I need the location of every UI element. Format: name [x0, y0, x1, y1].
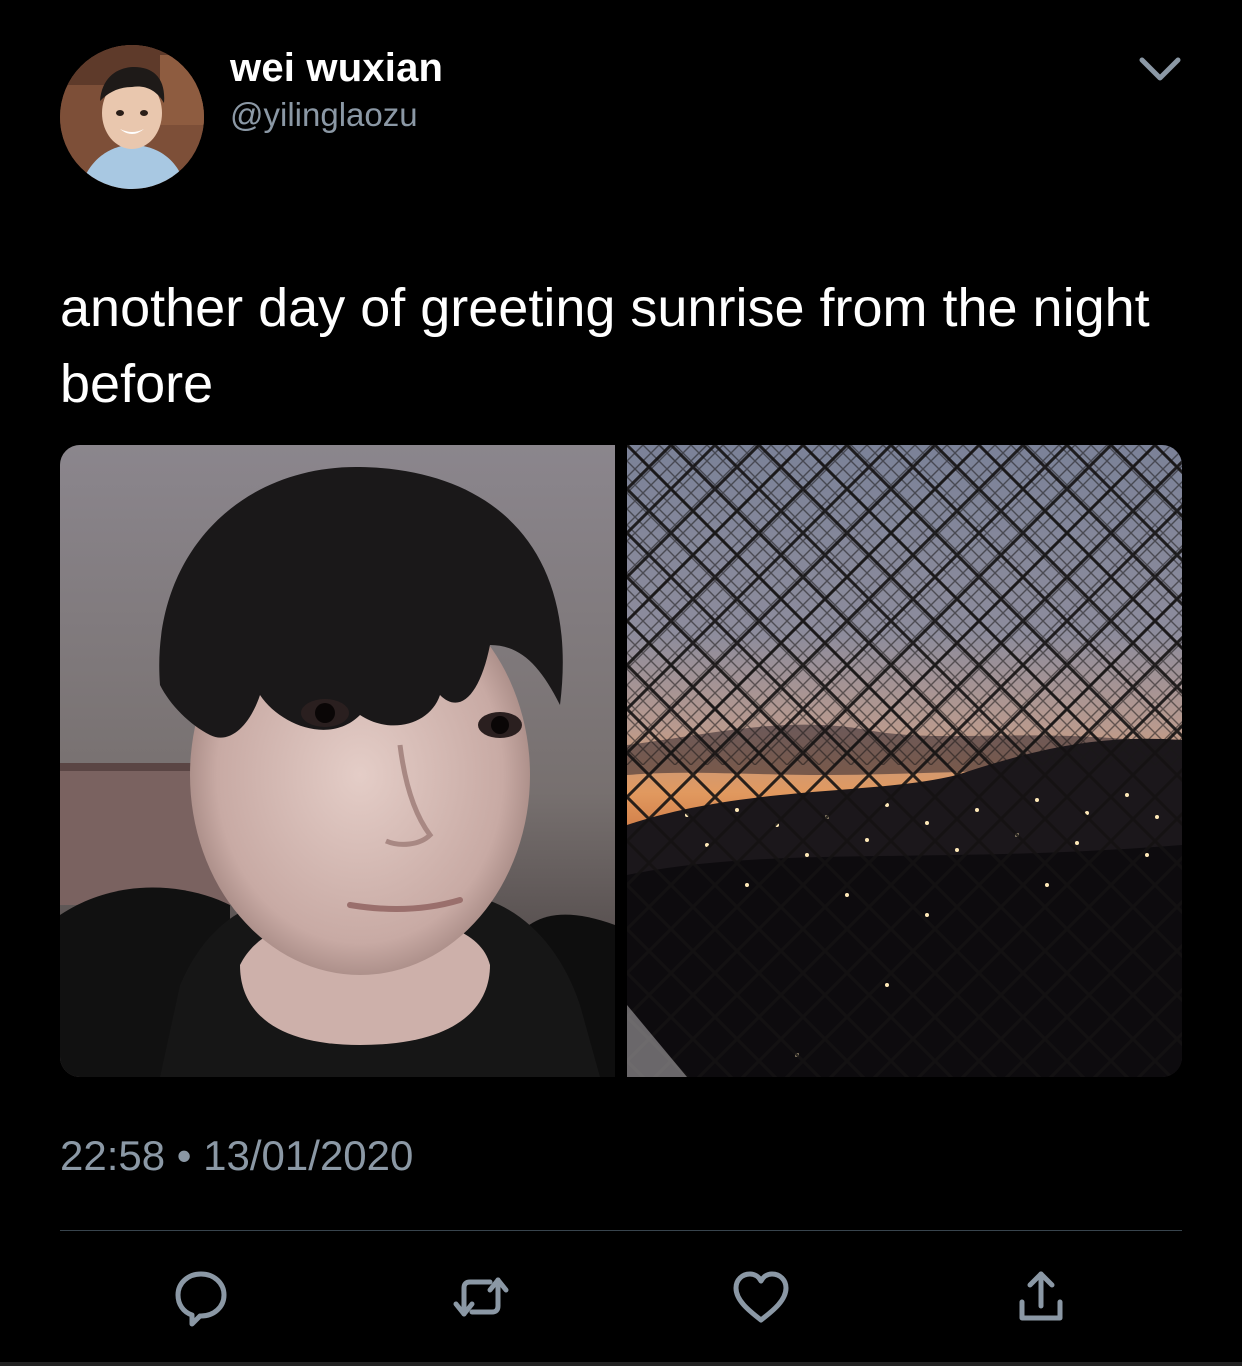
action-bar [0, 1262, 1242, 1332]
user-handle[interactable]: @yilinglaozu [230, 95, 418, 135]
reply-icon [175, 1271, 227, 1327]
media-grid [60, 445, 1182, 1077]
retweet-button[interactable] [446, 1262, 516, 1332]
retweet-icon [453, 1277, 509, 1317]
photo-selfie[interactable] [60, 445, 615, 1077]
tweet-text: another day of greeting sunrise from the… [60, 278, 1150, 414]
share-button[interactable] [1006, 1262, 1076, 1332]
share-icon [1019, 1271, 1063, 1321]
timestamp-separator: • [176, 1132, 192, 1179]
divider [60, 1230, 1182, 1231]
tweet-time: 22:58 [60, 1132, 166, 1179]
bottom-border [0, 1362, 1242, 1366]
heart-icon [733, 1271, 789, 1323]
timestamp[interactable]: 22:58 • 13/01/2020 [60, 1130, 413, 1182]
like-button[interactable] [726, 1262, 796, 1332]
photo-sunset[interactable] [627, 445, 1182, 1077]
chevron-down-icon[interactable] [1136, 52, 1184, 86]
display-name[interactable]: wei wuxian [230, 44, 443, 92]
reply-button[interactable] [166, 1262, 236, 1332]
tweet-card: wei wuxian @yilinglaozu another day of g… [0, 0, 1242, 1366]
tweet-date: 13/01/2020 [203, 1132, 414, 1179]
avatar[interactable] [60, 45, 204, 189]
